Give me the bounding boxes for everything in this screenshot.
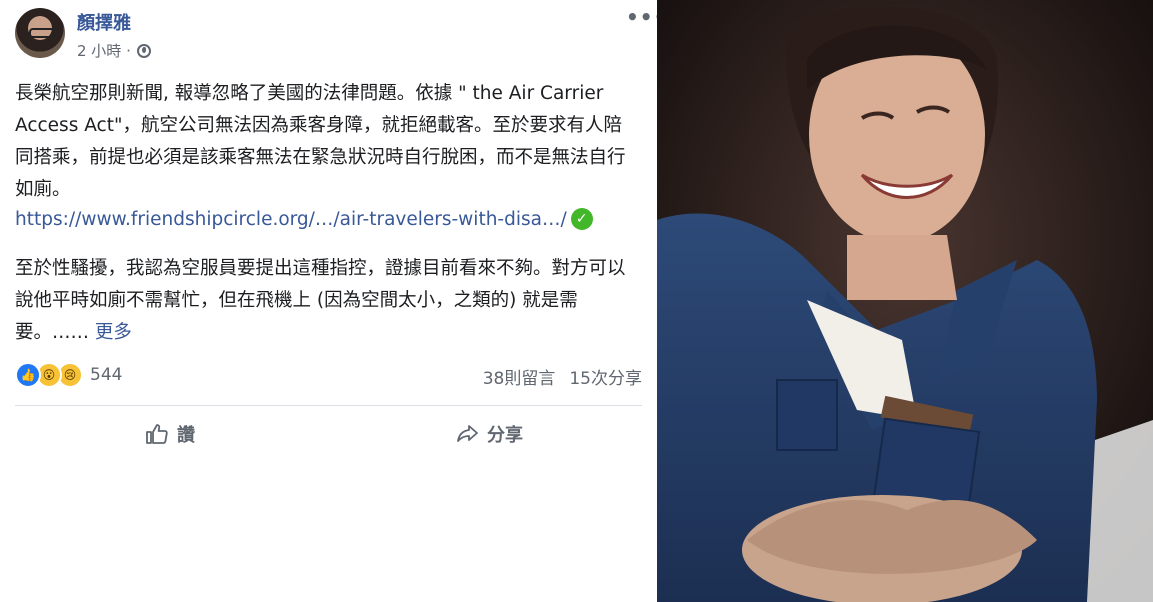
post-meta: 2 小時 · — [77, 40, 151, 61]
share-button[interactable]: 分享 — [455, 421, 523, 447]
link-text[interactable]: https://www.friendshipcircle.org/…/air-t… — [15, 209, 567, 230]
post-paragraph-2: 至於性騷擾，我認為空服員要提出這種指控，證據目前看來不夠。對方可以說他平時如廁不… — [15, 253, 640, 349]
reactions-summary[interactable]: 👍 😮 😢 544 — [15, 362, 122, 388]
share-count[interactable]: 15次分享 — [569, 364, 642, 389]
like-label: 讚 — [177, 425, 195, 446]
post-time[interactable]: 2 小時 · — [77, 40, 131, 61]
verified-check-icon: ✓ — [570, 208, 593, 230]
facebook-post: 顏擇雅 2 小時 · ••• 長榮航空那則新聞, 報導忽略了美國的法律問題。依據… — [0, 0, 666, 602]
author-name[interactable]: 顏擇雅 — [77, 9, 131, 35]
avatar[interactable] — [15, 8, 65, 58]
portrait-photo — [657, 0, 1153, 602]
share-label: 分享 — [487, 425, 523, 446]
post-link[interactable]: https://www.friendshipcircle.org/…/air-t… — [15, 208, 593, 230]
share-arrow-icon — [455, 422, 479, 446]
like-reaction-icon: 👍 — [15, 362, 41, 388]
comment-count[interactable]: 38則留言 — [483, 364, 556, 389]
post-paragraph-1: 長榮航空那則新聞, 報導忽略了美國的法律問題。依據 " the Air Carr… — [15, 83, 626, 200]
see-more-link[interactable]: 更多 — [95, 322, 132, 343]
thumbs-up-icon — [145, 422, 169, 446]
like-button[interactable]: 讚 — [145, 421, 195, 447]
reaction-count[interactable]: 544 — [90, 365, 122, 385]
globe-icon — [136, 43, 151, 58]
divider — [15, 405, 642, 406]
post-stats: 38則留言 15次分享 — [483, 364, 642, 389]
